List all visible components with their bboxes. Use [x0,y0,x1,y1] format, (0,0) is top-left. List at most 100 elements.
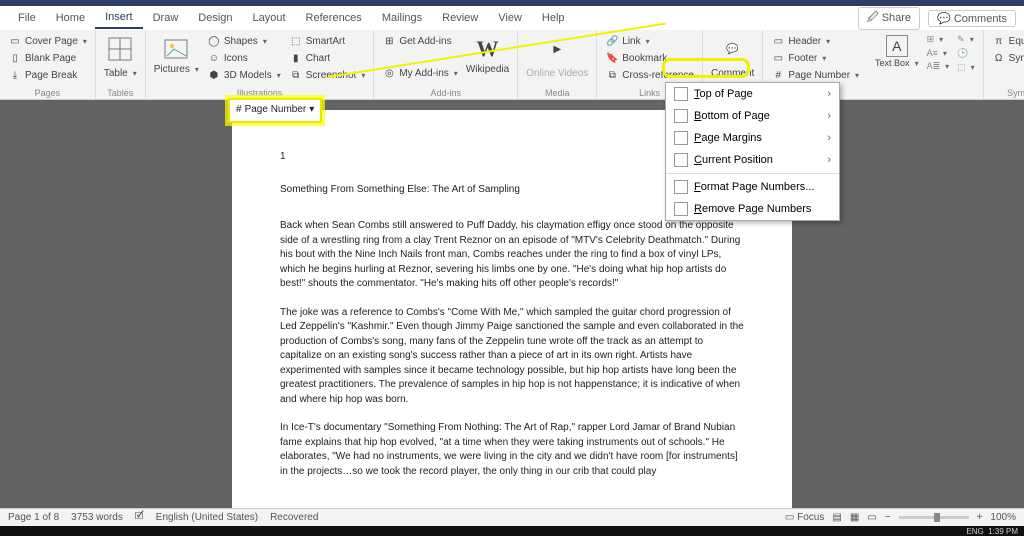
signature-button[interactable]: ✎ [955,33,977,46]
cover-page-button[interactable]: ▭Cover Page [6,33,89,49]
shapes-button[interactable]: ◯Shapes [205,33,283,49]
header-button[interactable]: ▭Header [769,33,861,49]
get-addins-icon: ⊞ [382,34,396,48]
current-position-icon [674,153,688,167]
page-break-label: Page Break [25,70,77,81]
tab-draw[interactable]: Draw [143,8,189,28]
zoom-out-button[interactable]: − [885,512,891,523]
focus-mode-button[interactable]: ▭ Focus [785,512,824,523]
group-pages: ▭Cover Page ▯Blank Page ⤓Page Break Page… [0,30,96,99]
group-symbols: πEquation ΩSymbol Symbols [984,30,1024,99]
equation-button[interactable]: πEquation [990,33,1024,49]
share-label: Share [882,12,911,24]
status-page[interactable]: Page 1 of 8 [8,512,59,523]
page-break-icon: ⤓ [8,68,22,82]
comment-button[interactable]: Comment [709,67,756,80]
comment-icon: 💬 [719,35,747,63]
dropdown-page-margins[interactable]: Page Margins [666,127,839,149]
equation-label: Equation [1009,36,1024,47]
cross-reference-button[interactable]: ⧉Cross-reference [603,67,696,83]
table-button[interactable]: Table [102,67,139,80]
os-lang: ENG [966,527,983,536]
link-button[interactable]: 🔗Link [603,33,696,49]
3d-models-label: 3D Models [224,70,272,81]
tab-help[interactable]: Help [532,8,575,28]
group-media: ▶ Online Videos Media [518,30,597,99]
dropcap-button[interactable]: A≣ [925,60,952,73]
smartart-button[interactable]: ⬚SmartArt [287,33,368,49]
page-number-button[interactable]: #Page Number [769,67,861,83]
bookmark-icon: 🔖 [605,51,619,65]
group-pages-label: Pages [6,87,89,98]
zoom-slider[interactable] [899,516,969,519]
dropdown-format-page-numbers[interactable]: Format Page Numbers... [666,176,839,198]
system-clock[interactable]: ENG 1:39 PM [966,527,1018,536]
tab-review[interactable]: Review [432,8,488,28]
quick-parts-button[interactable]: ⊞ [925,33,952,46]
status-recovered: Recovered [270,512,318,523]
tab-mailings[interactable]: Mailings [372,8,432,28]
wikipedia-button[interactable]: Wikipedia [464,63,511,76]
dropdown-caret-icon: ▾ [309,103,314,118]
icons-button[interactable]: ☺Icons [205,50,283,66]
dropdown-bottom-of-page[interactable]: Bottom of Page [666,105,839,127]
smartart-icon: ⬚ [289,34,303,48]
header-label: Header [788,36,821,47]
footer-button[interactable]: ▭Footer [769,50,861,66]
view-web-icon[interactable]: ▭ [867,512,876,523]
view-print-icon[interactable]: ▦ [850,512,859,523]
top-of-page-icon [674,87,688,101]
remove-icon [674,202,688,216]
cover-page-icon: ▭ [8,34,22,48]
status-words[interactable]: 3753 words [71,512,123,523]
status-language[interactable]: English (United States) [156,512,258,523]
shapes-label: Shapes [224,36,258,47]
my-addins-button[interactable]: ◎My Add-ins [380,65,459,81]
blank-page-button[interactable]: ▯Blank Page [6,50,89,66]
get-addins-button[interactable]: ⊞Get Add-ins [380,33,459,49]
screenshot-button[interactable]: ⧉Screenshot [287,67,368,83]
page-break-button[interactable]: ⤓Page Break [6,67,89,83]
zoom-level[interactable]: 100% [990,512,1016,523]
3d-models-icon: ⬢ [207,68,221,82]
ribbon: ▭Cover Page ▯Blank Page ⤓Page Break Page… [0,30,1024,100]
tab-view[interactable]: View [488,8,532,28]
dropdown-top-of-page[interactable]: TTop of Pageop of Page [666,83,839,105]
symbol-button[interactable]: ΩSymbol [990,50,1024,66]
zoom-in-button[interactable]: + [977,512,983,523]
dropdown-remove-page-numbers[interactable]: Remove Page Numbers [666,198,839,220]
tab-insert[interactable]: Insert [95,7,143,29]
tab-design[interactable]: Design [188,8,242,28]
bookmark-button[interactable]: 🔖Bookmark [603,50,696,66]
link-icon: 🔗 [605,34,619,48]
status-spellcheck-icon[interactable]: 🗹 [135,509,144,526]
paragraph-3: In Ice-T's documentary "Something From N… [280,421,744,479]
page-number-badge[interactable]: # Page Number ▾ [228,98,322,123]
footer-icon: ▭ [771,51,785,65]
group-tables: Table Tables [96,30,146,99]
my-addins-label: My Add-ins [399,68,448,79]
tab-layout[interactable]: Layout [243,8,296,28]
page-margins-icon [674,131,688,145]
tab-home[interactable]: Home [46,8,95,28]
bottom-of-page-icon [674,109,688,123]
comments-button[interactable]: 💬 Comments [928,10,1016,27]
tab-file[interactable]: File [8,8,46,28]
wordart-button[interactable]: A≡ [925,47,952,59]
pictures-button[interactable]: Pictures [152,63,201,76]
textbox-icon: A [886,35,908,57]
online-video-button[interactable]: Online Videos [524,67,590,80]
tab-references[interactable]: References [296,8,372,28]
object-button[interactable]: ⬚ [955,61,977,74]
dropdown-current-position[interactable]: Current Position [666,149,839,171]
document-area[interactable]: # Page Number ▾ 1 Something From Somethi… [0,100,1024,518]
chart-button[interactable]: ▮Chart [287,50,368,66]
os-time: 1:39 PM [988,527,1018,536]
comments-label: Comments [954,13,1007,25]
share-button[interactable]: 🖉 Share [858,7,920,30]
view-read-icon[interactable]: ▤ [832,512,841,523]
datetime-button[interactable]: 🕒 [955,47,977,60]
cover-page-label: Cover Page [25,36,78,47]
3d-models-button[interactable]: ⬢3D Models [205,67,283,83]
textbox-button[interactable]: Text Box [873,57,921,69]
